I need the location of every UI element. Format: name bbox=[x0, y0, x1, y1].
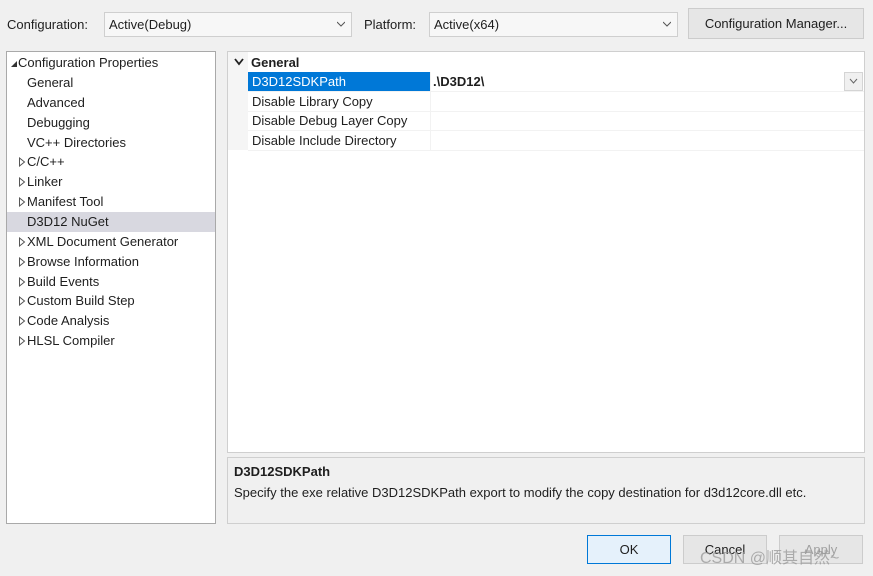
watermark: CSDN @顺其自然~ bbox=[700, 550, 840, 567]
tree-item-browse-information[interactable]: Browse Information bbox=[7, 252, 215, 272]
grid-gutter bbox=[228, 52, 248, 150]
property-value[interactable] bbox=[431, 92, 864, 112]
category-general: General bbox=[251, 55, 300, 70]
tree-item-general[interactable]: General bbox=[7, 73, 215, 93]
property-name-disable-debug-layer-copy[interactable]: Disable Debug Layer Copy bbox=[248, 111, 430, 131]
tree-item-label: HLSL Compiler bbox=[27, 333, 115, 349]
property-name-disable-include-directory[interactable]: Disable Include Directory bbox=[248, 131, 430, 151]
property-grid[interactable]: General D3D12SDKPath .\D3D12\ Disable Libr… bbox=[227, 51, 865, 453]
tree-item-debugging[interactable]: Debugging bbox=[7, 113, 215, 133]
tree-item-build-events[interactable]: Build Events bbox=[7, 272, 215, 292]
description-text: Specify the exe relative D3D12SDKPath ex… bbox=[234, 485, 807, 500]
tree-item-d3d12-nuget[interactable]: D3D12 NuGet bbox=[7, 211, 215, 232]
value-dropdown-button[interactable] bbox=[844, 72, 863, 91]
property-value[interactable]: .\D3D12\ bbox=[431, 72, 864, 92]
collapsed-triangle-icon[interactable] bbox=[18, 157, 26, 168]
collapse-chevron-icon[interactable] bbox=[234, 58, 244, 66]
tree-item-label: Debugging bbox=[27, 114, 90, 130]
tree-item-label: Custom Build Step bbox=[27, 293, 135, 309]
property-value[interactable] bbox=[431, 131, 864, 151]
tree-item-label: Build Events bbox=[27, 273, 100, 289]
tree-item-advanced[interactable]: Advanced bbox=[7, 93, 215, 113]
property-tree[interactable]: Configuration Properties General Advanced… bbox=[6, 51, 216, 524]
tree-item-label: C/C++ bbox=[27, 154, 65, 170]
collapsed-triangle-icon[interactable] bbox=[18, 296, 26, 307]
row-separator bbox=[248, 149, 864, 151]
tree-item-label: Code Analysis bbox=[27, 313, 110, 329]
chevron-down-icon bbox=[337, 21, 345, 27]
collapsed-triangle-icon[interactable] bbox=[18, 177, 26, 188]
tree-root-configuration-properties[interactable]: Configuration Properties bbox=[7, 53, 215, 73]
expanded-triangle-icon[interactable] bbox=[10, 59, 18, 69]
platform-dropdown[interactable]: Active(x64) bbox=[429, 12, 678, 37]
tree-item-code-analysis[interactable]: Code Analysis bbox=[7, 311, 215, 331]
tree-item-c-c[interactable]: C/C++ bbox=[7, 152, 215, 172]
tree-item-label: VC++ Directories bbox=[27, 134, 126, 150]
ok-button[interactable]: OK bbox=[587, 535, 671, 564]
tree-item-custom-build-step[interactable]: Custom Build Step bbox=[7, 291, 215, 311]
collapsed-triangle-icon[interactable] bbox=[18, 256, 26, 267]
tree-item-hlsl-compiler[interactable]: HLSL Compiler bbox=[7, 331, 215, 351]
collapsed-triangle-icon[interactable] bbox=[18, 336, 26, 347]
collapsed-triangle-icon[interactable] bbox=[18, 276, 26, 287]
property-name-d3d12sdkpath[interactable]: D3D12SDKPath bbox=[248, 72, 430, 92]
tree-item-label: General bbox=[27, 75, 74, 90]
property-value[interactable] bbox=[431, 111, 864, 131]
tree-item-manifest-tool[interactable]: Manifest Tool bbox=[7, 192, 215, 212]
description-panel: D3D12SDKPath Specify the exe relative D3… bbox=[227, 457, 865, 524]
chevron-down-icon bbox=[849, 78, 858, 84]
platform-value: Active(x64) bbox=[434, 17, 500, 32]
platform-label: Platform: bbox=[364, 17, 417, 32]
tree-item-label: Advanced bbox=[27, 94, 85, 110]
configuration-value: Active(Debug) bbox=[109, 17, 192, 32]
configuration-dropdown[interactable]: Active(Debug) bbox=[104, 12, 352, 37]
tree-item-linker[interactable]: Linker bbox=[7, 172, 215, 192]
collapsed-triangle-icon[interactable] bbox=[18, 316, 26, 327]
collapsed-triangle-icon[interactable] bbox=[18, 197, 26, 208]
configuration-label: Configuration: bbox=[7, 17, 88, 32]
tree-item-label: Browse Information bbox=[27, 253, 139, 269]
chevron-down-icon bbox=[663, 21, 671, 27]
tree-item-xml-document-generator[interactable]: XML Document Generator bbox=[7, 232, 215, 252]
configuration-manager-button[interactable]: Configuration Manager... bbox=[688, 8, 864, 39]
tree-item-vc-directories[interactable]: VC++ Directories bbox=[7, 133, 215, 153]
tree-item-label: D3D12 NuGet bbox=[27, 213, 109, 229]
tree-root-label: Configuration Properties bbox=[18, 55, 159, 70]
property-name-disable-library-copy[interactable]: Disable Library Copy bbox=[248, 92, 430, 112]
tree-item-label: Linker bbox=[27, 174, 63, 190]
tree-item-label: Manifest Tool bbox=[27, 194, 104, 210]
collapsed-triangle-icon[interactable] bbox=[18, 236, 26, 247]
tree-item-label: XML Document Generator bbox=[27, 233, 179, 249]
description-title: D3D12SDKPath bbox=[234, 464, 331, 479]
